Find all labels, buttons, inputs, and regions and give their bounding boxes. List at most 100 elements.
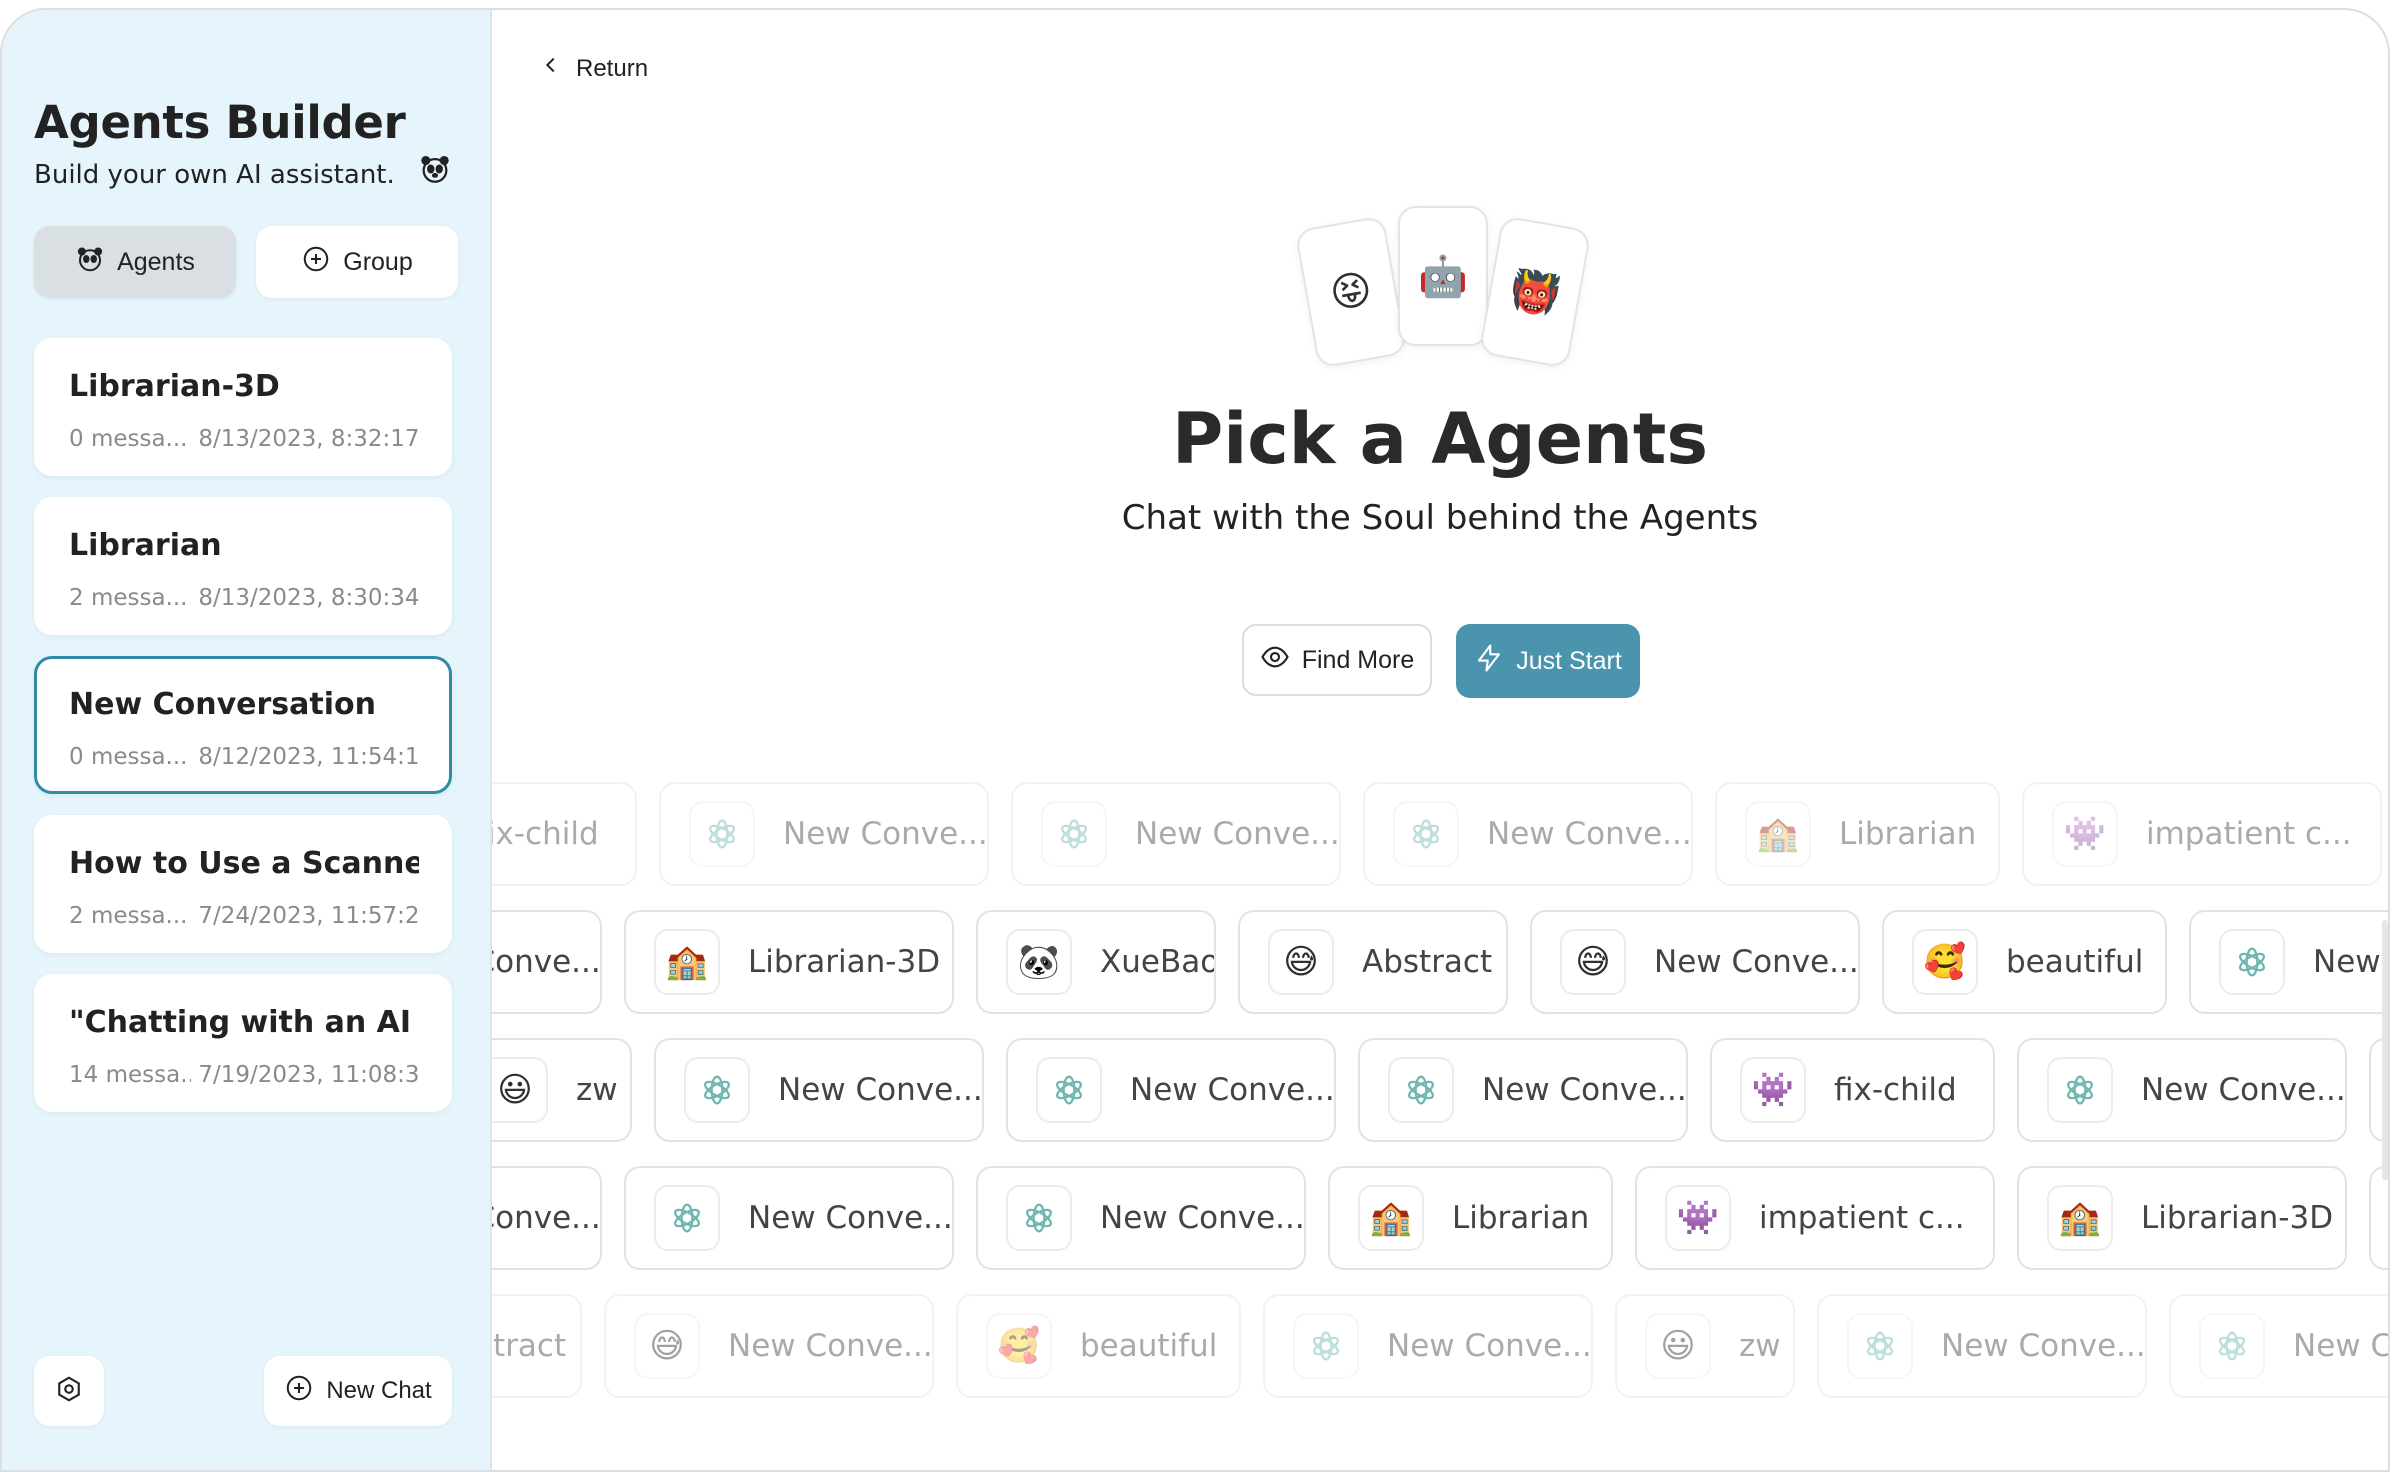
mask-item[interactable]: 😃 zw <box>1615 1294 1795 1398</box>
conversation-item[interactable]: Librarian-3D 0 messa... 8/13/2023, 8:32:… <box>34 338 452 476</box>
conversation-title: Librarian <box>69 528 222 563</box>
message-count: 0 messa... <box>69 426 188 452</box>
mask-item[interactable]: New Conve... <box>654 1038 984 1142</box>
plus-circle-icon <box>301 244 331 281</box>
mask-item[interactable]: New Conve... <box>624 1166 954 1270</box>
message-count: 0 messa... <box>69 744 188 770</box>
mask-item[interactable]: New Conve... <box>1817 1294 2147 1398</box>
mask-item[interactable]: New Co <box>2169 1294 2388 1398</box>
mask-item[interactable]: 🏫 Librarian <box>1715 782 2000 886</box>
mask-name: New Conve... <box>1100 1200 1305 1236</box>
mask-item[interactable]: 😃 zw <box>492 1038 632 1142</box>
mask-item[interactable]: New Conve... <box>1358 1038 1688 1142</box>
mask-name: Librarian-3D <box>748 944 941 980</box>
mask-name: New Conve... <box>1654 944 1859 980</box>
mask-item[interactable]: 👾 impatient c... <box>2022 782 2382 886</box>
mask-emoji-icon: 👾 <box>1665 1185 1731 1251</box>
app-window: Agents Builder Build your own AI assista… <box>0 8 2390 1472</box>
openai-icon <box>1847 1313 1913 1379</box>
conversation-item-selected[interactable]: New Conversation 0 messa... 8/12/2023, 1… <box>34 656 452 794</box>
mask-name: New Conve... <box>492 1200 601 1236</box>
return-button[interactable]: Return <box>540 54 648 83</box>
mask-item[interactable]: 😅Abstract <box>492 1294 582 1398</box>
mask-item[interactable]: New Conve... <box>492 1166 602 1270</box>
mask-name: Librarian <box>1452 1200 1590 1236</box>
conversation-item[interactable]: Librarian 2 messa... 8/13/2023, 8:30:34 … <box>34 497 452 635</box>
mask-item[interactable]: 👾fix-child <box>492 782 637 886</box>
mask-item[interactable]: 😅Abstract <box>1238 910 1508 1014</box>
conversation-meta: 0 messa... 8/13/2023, 8:32:17 ... <box>69 426 419 452</box>
conversation-title: Librarian-3D <box>69 369 280 404</box>
mask-name: New Conve... <box>783 816 988 852</box>
mask-item[interactable]: New Conve... <box>2017 1038 2347 1142</box>
mask-emoji-icon: 😅 <box>1560 929 1626 995</box>
mask-name: New Co <box>2293 1328 2388 1364</box>
message-count: 2 messa... <box>69 585 188 611</box>
mask-item[interactable]: 🏫 Librarian <box>1328 1166 1613 1270</box>
mask-name: beautiful <box>1080 1328 1218 1364</box>
mask-item[interactable]: 🐼XueBao <box>2369 1166 2388 1270</box>
message-count: 2 messa... <box>69 903 188 929</box>
openai-icon <box>689 801 755 867</box>
conversation-item[interactable]: How to Use a Scanner 2 messa... 7/24/202… <box>34 815 452 953</box>
sidebar-title: Agents Builder <box>34 96 406 149</box>
mask-item[interactable]: New Conve... <box>1011 782 1341 886</box>
openai-icon <box>654 1185 720 1251</box>
panda-icon <box>418 152 452 186</box>
mask-item[interactable]: New Conve... <box>492 910 602 1014</box>
message-count: 14 messa... <box>69 1062 191 1088</box>
conversation-time: 7/19/2023, 11:08:3... <box>198 1062 419 1088</box>
mask-name: New Conve... <box>748 1200 953 1236</box>
mask-name: beautiful <box>2006 944 2144 980</box>
mask-item[interactable]: New Conve... <box>1263 1294 1593 1398</box>
mask-name: fix-child <box>1834 1072 1957 1108</box>
new-chat-label: New Chat <box>326 1377 432 1404</box>
mask-name: Librarian-3D <box>2141 1200 2334 1236</box>
mask-name: zw <box>576 1072 618 1108</box>
tab-agents[interactable]: Agents <box>34 226 236 298</box>
mask-emoji-icon: 😅 <box>634 1313 700 1379</box>
mask-item[interactable]: 🏫 Librarian-3D <box>2017 1166 2347 1270</box>
emoji-card: 😝 <box>1294 215 1408 369</box>
plus-circle-icon <box>284 1373 314 1410</box>
mask-name: Abstract <box>1362 944 1493 980</box>
conversation-meta: 0 messa... 8/12/2023, 11:54:1... <box>69 744 419 770</box>
mask-item[interactable]: 😅 New Conve... <box>1530 910 1860 1014</box>
mask-item[interactable]: New Conve... <box>1006 1038 1336 1142</box>
lightning-icon <box>1474 643 1504 680</box>
mask-name: New Conve... <box>1482 1072 1687 1108</box>
mask-name: New Conve... <box>2313 944 2388 980</box>
mask-item[interactable]: 🥰 beautiful <box>1882 910 2167 1014</box>
settings-button[interactable] <box>34 1356 104 1426</box>
main-panel: Return 😝 🤖 👹 Pick a Agents Chat with the… <box>492 10 2388 1470</box>
just-start-button[interactable]: Just Start <box>1456 624 1640 698</box>
mask-item[interactable]: 👾 fix-child <box>1710 1038 1995 1142</box>
mask-emoji-icon: 🥰 <box>1912 929 1978 995</box>
panda-icon <box>75 244 105 281</box>
conversation-meta: 2 messa... 8/13/2023, 8:30:34 ... <box>69 585 419 611</box>
scrollbar[interactable] <box>2382 920 2388 1180</box>
tab-group[interactable]: Group <box>256 226 458 298</box>
emoji-cards: 😝 🤖 👹 <box>1294 206 1596 369</box>
mask-item[interactable]: 😅 New Conve... <box>604 1294 934 1398</box>
mask-item[interactable]: 👾 impatient c... <box>1635 1166 1995 1270</box>
mask-item[interactable]: New Conve... <box>659 782 989 886</box>
emoji-card: 👹 <box>1478 215 1592 369</box>
new-chat-button[interactable]: New Chat <box>264 1356 452 1426</box>
mask-item[interactable]: New Conve... <box>2189 910 2388 1014</box>
find-more-button[interactable]: Find More <box>1242 624 1432 696</box>
openai-icon <box>1388 1057 1454 1123</box>
mask-item[interactable]: 🏫 Librarian-3D <box>624 910 954 1014</box>
mask-name: fix-child <box>492 816 599 852</box>
conversation-item[interactable]: "Chatting with an AI ... 14 messa... 7/1… <box>34 974 452 1112</box>
mask-emoji-icon: 👾 <box>1740 1057 1806 1123</box>
mask-item[interactable]: 🥰 beautiful <box>956 1294 1241 1398</box>
mask-item[interactable]: 🐼XueBao <box>976 910 1216 1014</box>
conversation-time: 8/12/2023, 11:54:1... <box>198 744 419 770</box>
openai-icon <box>1006 1185 1072 1251</box>
conversation-meta: 14 messa... 7/19/2023, 11:08:3... <box>69 1062 419 1088</box>
mask-name: impatient c... <box>2146 816 2352 852</box>
mask-item[interactable]: New Conve... <box>976 1166 1306 1270</box>
chevron-left-icon <box>540 54 562 83</box>
mask-item[interactable]: New Conve... <box>1363 782 1693 886</box>
